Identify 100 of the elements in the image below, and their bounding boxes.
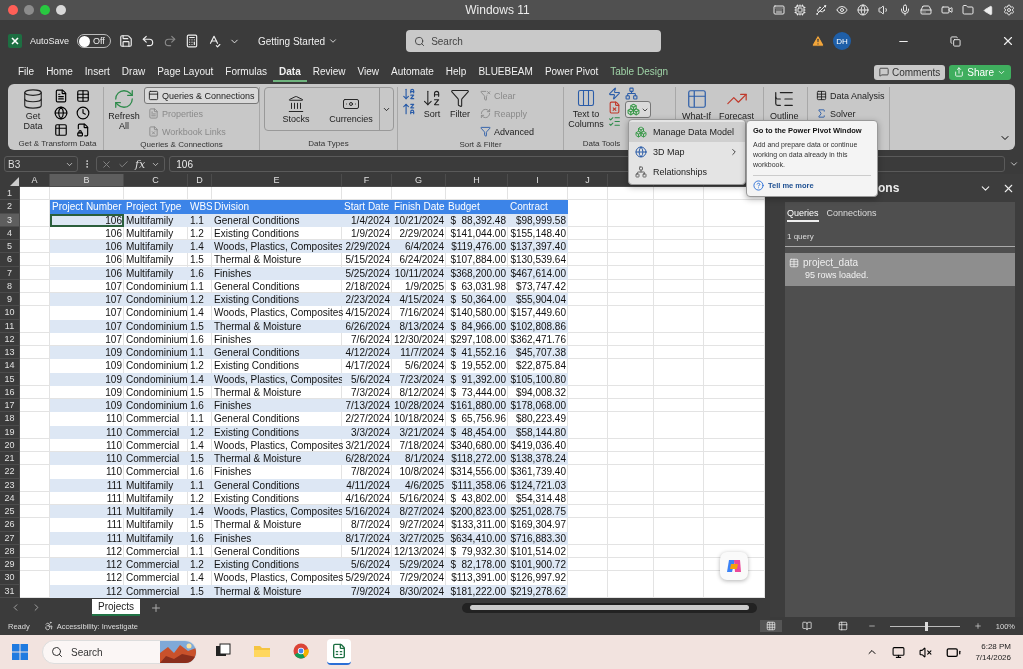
get-data-button[interactable]: Get Data (16, 87, 50, 132)
text-to-columns-button[interactable]: Text to Columns (568, 87, 604, 130)
table-cell-text: Finishes (213, 332, 253, 346)
volume-icon[interactable] (919, 645, 933, 659)
row-header: 1 (0, 187, 20, 201)
cubes-icon (635, 126, 647, 138)
eye-icon[interactable] (836, 4, 848, 16)
zoom-in-icon[interactable] (973, 622, 982, 630)
table-cell-text: $54,314.48 (514, 491, 567, 505)
menu-item[interactable]: Manage Data Model (629, 122, 745, 142)
account-avatar[interactable]: DH (833, 32, 851, 50)
file-icon[interactable] (76, 123, 90, 137)
menu-tab[interactable]: Help (439, 62, 473, 82)
menu-tab[interactable]: Insert (78, 62, 116, 82)
table-cell: Condominium (124, 372, 188, 386)
copilot-button[interactable] (720, 552, 748, 580)
flash-fill-icon[interactable] (608, 87, 621, 100)
start-icon[interactable] (12, 644, 28, 660)
horizontal-scrollbar[interactable] (462, 602, 758, 613)
range-icon[interactable] (54, 123, 68, 137)
solver-button[interactable]: Solver (812, 105, 889, 122)
select-all-button[interactable] (0, 174, 20, 187)
chip-icon[interactable] (794, 4, 806, 16)
remove-duplicates-icon[interactable] (608, 101, 621, 114)
name-box[interactable]: B3 (4, 156, 78, 172)
redo-icon[interactable] (162, 34, 177, 48)
table-cell-text: 1.6 (189, 465, 205, 479)
outline-button[interactable]: Outline (768, 87, 801, 122)
data-analysis-button[interactable]: Data Analysis (812, 87, 889, 104)
table-cell-text: 7/29/2024 (398, 571, 445, 585)
add-sheet-icon[interactable] (150, 601, 163, 614)
cancel-icon[interactable] (101, 158, 112, 170)
close-icon[interactable] (1001, 34, 1015, 48)
what-if-button[interactable]: What-If (680, 87, 713, 122)
calculator-icon[interactable] (184, 34, 199, 48)
folder-icon[interactable] (962, 4, 974, 16)
network-icon[interactable] (892, 645, 906, 659)
recent-icon[interactable] (76, 106, 90, 120)
undo-icon[interactable] (140, 34, 155, 48)
menu-tab[interactable]: Table Design (604, 62, 675, 82)
sheet-tab[interactable]: Projects (92, 599, 141, 616)
sort-ascending-icon[interactable] (402, 87, 416, 101)
pane-tab[interactable]: Connections (826, 208, 877, 222)
clock[interactable]: 6:28 PM 7/14/2026 (975, 642, 1011, 662)
settings-icon[interactable] (1003, 4, 1015, 16)
slider-thumb[interactable] (924, 621, 928, 631)
menu-tab[interactable]: Review (306, 62, 352, 82)
pane-tab[interactable]: Queries (787, 208, 819, 222)
usb-icon[interactable] (815, 4, 827, 16)
sort-button[interactable]: Sort (420, 87, 444, 120)
queries-button[interactable]: Queries & Connections (144, 87, 259, 104)
globe-icon[interactable] (857, 4, 869, 16)
filter-button[interactable]: Filter (448, 87, 472, 120)
sort-descending-icon[interactable] (402, 102, 416, 116)
microphone-icon[interactable] (899, 4, 911, 16)
save-icon[interactable] (118, 34, 133, 48)
menu-tab[interactable]: Page Layout (151, 62, 220, 82)
spreadsheet-app-icon[interactable] (327, 639, 351, 665)
web-icon[interactable] (54, 106, 68, 120)
text-file-icon[interactable] (54, 89, 68, 103)
zoom-icon[interactable] (40, 5, 50, 15)
menu-tab[interactable]: BLUEBEAM (472, 62, 539, 82)
menu-tab[interactable]: Home (40, 62, 79, 82)
table-cell: 1.2 (188, 558, 212, 572)
search-field[interactable]: Search (406, 30, 662, 52)
document-title[interactable]: Getting Started (257, 35, 339, 47)
currencies-button[interactable]: Currencies (323, 93, 379, 125)
table-icon[interactable] (76, 89, 90, 103)
insert-function-button[interactable]: fx (135, 157, 146, 171)
table-cell-text: $73,747.42 (514, 279, 567, 293)
data-model-button[interactable] (625, 101, 651, 118)
normal-view-button[interactable] (759, 620, 782, 632)
validation-icon[interactable] (608, 115, 621, 128)
search-field[interactable]: Search (42, 640, 197, 664)
drive-icon[interactable] (920, 4, 932, 16)
menu-tab[interactable]: Power Pivot (538, 62, 605, 82)
query-status: 95 rows loaded. (804, 270, 870, 280)
advanced-button[interactable]: Advanced (476, 123, 539, 140)
restore-icon[interactable] (950, 35, 961, 47)
keyboard-icon[interactable] (773, 4, 785, 16)
warning-icon[interactable] (811, 34, 825, 48)
refresh-button[interactable]: Refresh All (108, 87, 140, 132)
comments-button[interactable]: Comments (873, 64, 946, 80)
consolidate-icon[interactable] (625, 87, 638, 100)
forecast-button[interactable]: Forecast (717, 87, 757, 122)
stocks-button[interactable]: Stocks (269, 93, 323, 125)
table-cell-text: $340,680.00 (449, 438, 507, 452)
menu-tab[interactable]: Automate (385, 62, 440, 82)
speaker-icon[interactable] (878, 4, 890, 16)
menu-tab[interactable]: Formulas (219, 62, 274, 82)
menu-tab[interactable]: Draw (115, 62, 152, 82)
menu-tab[interactable]: File (12, 62, 41, 82)
scroll-thumb[interactable] (470, 605, 750, 610)
dot-icon[interactable] (56, 5, 66, 15)
triangle-icon[interactable] (983, 4, 994, 16)
camera-icon[interactable] (941, 4, 953, 16)
enter-icon[interactable] (118, 158, 129, 170)
menu-tab[interactable]: View (351, 62, 385, 82)
expand-icon[interactable] (1009, 159, 1019, 169)
table-cell: $251,028.75 (508, 505, 568, 519)
